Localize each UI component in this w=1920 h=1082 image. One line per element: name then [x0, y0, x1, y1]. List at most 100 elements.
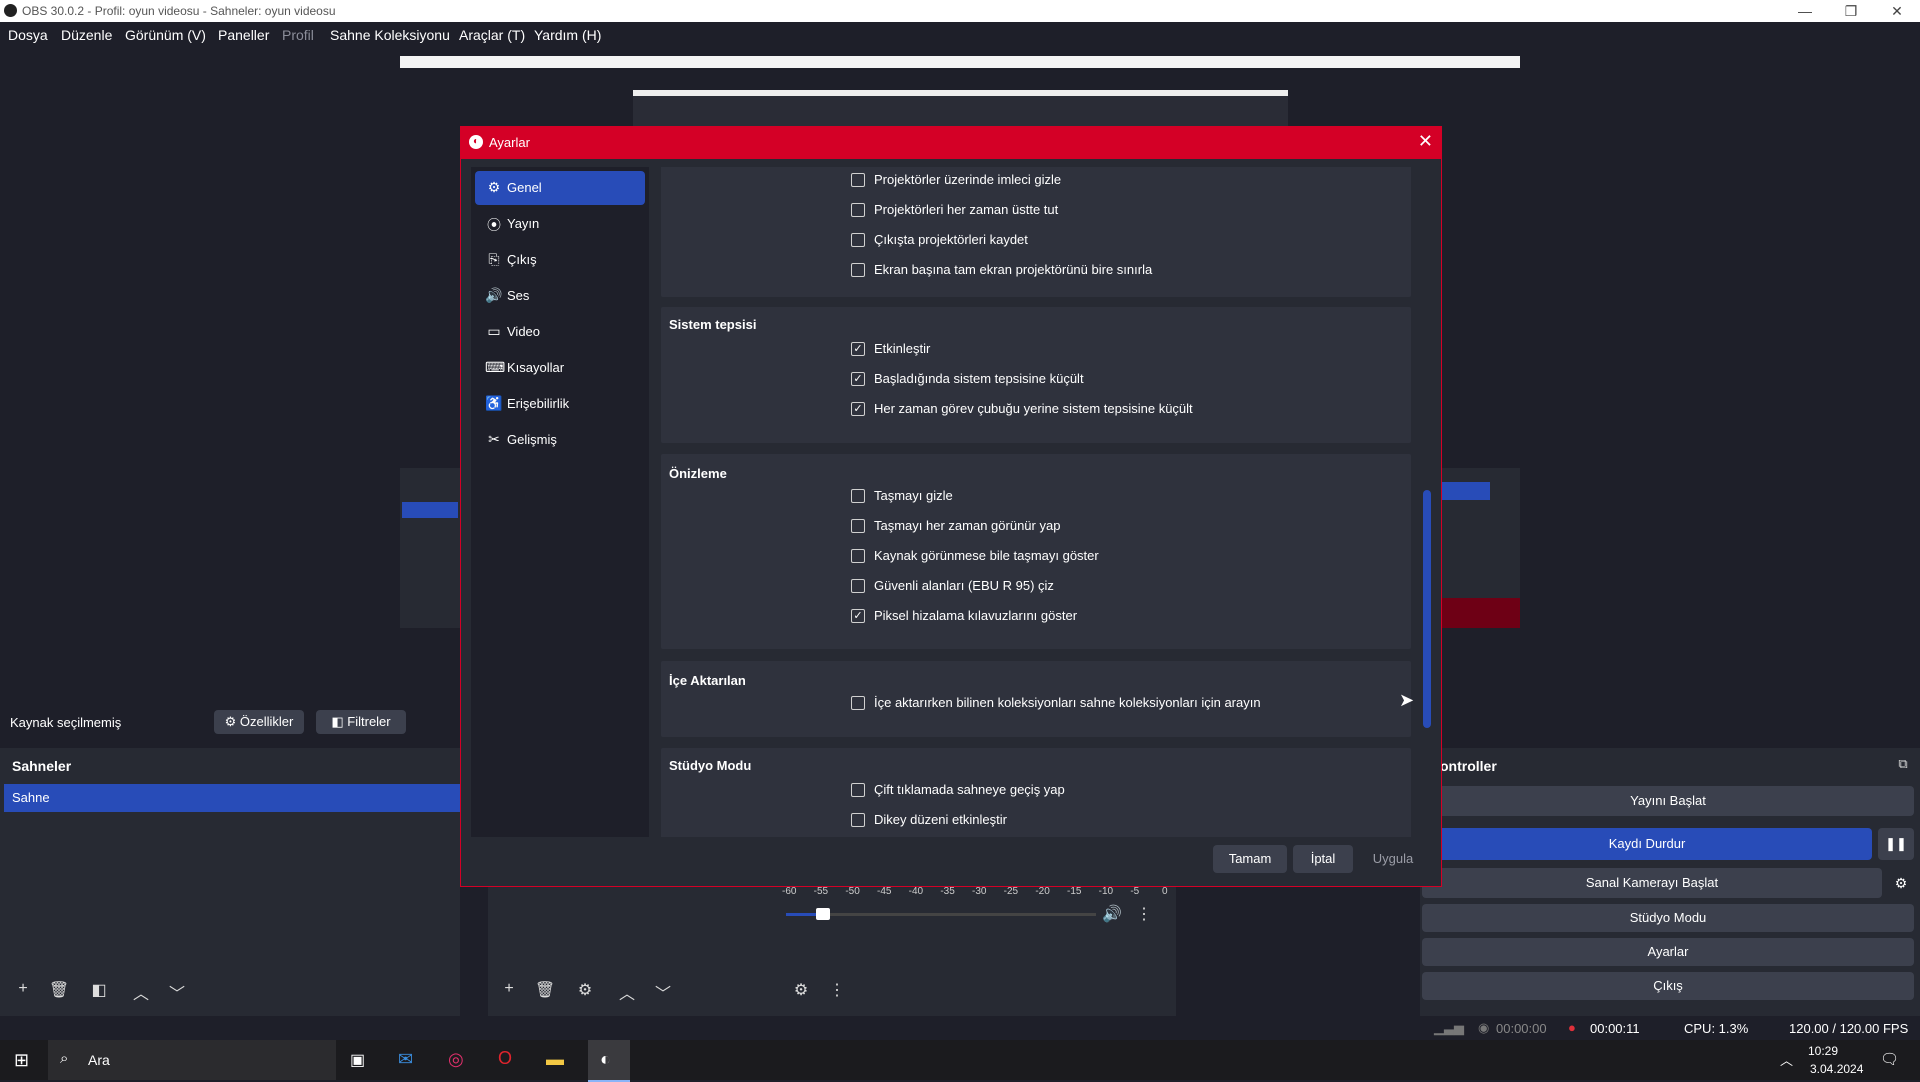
- checkbox-label[interactable]: Etkinleştir: [874, 341, 930, 356]
- more-icon[interactable]: ⋮: [826, 980, 848, 1000]
- mail-icon[interactable]: ✉: [398, 1049, 413, 1070]
- checkbox-label[interactable]: Projektörleri her zaman üstte tut: [874, 202, 1058, 217]
- sidebar-item-2[interactable]: ⎘ Çıkış: [475, 243, 645, 277]
- add-icon[interactable]: +: [12, 980, 34, 998]
- menu-view[interactable]: Görünüm (V): [125, 27, 206, 43]
- checkbox[interactable]: [851, 489, 865, 503]
- volume-slider[interactable]: [786, 908, 1096, 920]
- checkbox[interactable]: ✓: [851, 342, 865, 356]
- sidebar-item-7[interactable]: ✂ Gelişmiş: [475, 423, 645, 457]
- pause-icon[interactable]: ❚❚: [1878, 828, 1914, 860]
- checkbox-label[interactable]: Her zaman görev çubuğu yerine sistem tep…: [874, 401, 1193, 416]
- undock-icon[interactable]: ⧉: [1894, 756, 1912, 772]
- advanced-audio-icon[interactable]: ⚙: [790, 980, 812, 1000]
- menu-help[interactable]: Yardım (H): [534, 27, 601, 43]
- checkbox-label[interactable]: Projektörler üzerinde imleci gizle: [874, 172, 1061, 187]
- scene-item[interactable]: Sahne: [4, 784, 460, 812]
- sidebar-item-3[interactable]: 🔊 Ses: [475, 279, 645, 313]
- menu-profile[interactable]: Profil: [282, 27, 314, 43]
- chevron-down-icon[interactable]: ﹀: [652, 980, 674, 1004]
- cancel-button[interactable]: İptal: [1293, 845, 1353, 873]
- checkbox[interactable]: [851, 579, 865, 593]
- properties-button[interactable]: ⚙ Özellikler: [214, 710, 304, 734]
- menu-edit[interactable]: Düzenle: [61, 27, 112, 43]
- chevron-down-icon[interactable]: ﹀: [166, 980, 188, 1004]
- ok-button[interactable]: Tamam: [1213, 845, 1287, 873]
- instagram-icon[interactable]: ◎: [448, 1049, 464, 1070]
- sidebar-item-1[interactable]: ⦿ Yayın: [475, 207, 645, 241]
- exit-button[interactable]: Çıkış: [1422, 972, 1914, 1000]
- trash-icon[interactable]: 🗑: [534, 980, 556, 1000]
- taskbar-search[interactable]: ⌕ Ara: [48, 1040, 336, 1080]
- opera-icon[interactable]: O: [498, 1048, 512, 1069]
- gear-icon[interactable]: ⚙: [574, 980, 596, 1000]
- file-explorer-icon[interactable]: ▬: [546, 1049, 564, 1070]
- menu-docks[interactable]: Paneller: [218, 27, 269, 43]
- sidebar-item-6[interactable]: ♿ Erişebilirlik: [475, 387, 645, 421]
- checkbox[interactable]: [851, 696, 865, 710]
- checkbox-label[interactable]: Dikey düzeni etkinleştir: [874, 812, 1007, 827]
- windows-taskbar: ⊞ ⌕ Ara ▣ ✉ ◎ O ▬ ◐ ︿ 10:29 3.04.2024 🗨: [0, 1040, 1920, 1082]
- notification-icon[interactable]: 🗨: [1880, 1050, 1899, 1068]
- tray-chevron-up-icon[interactable]: ︿: [1780, 1050, 1793, 1069]
- checkbox[interactable]: ✓: [851, 372, 865, 386]
- menu-tools[interactable]: Araçlar (T): [459, 27, 525, 43]
- add-icon[interactable]: +: [498, 980, 520, 998]
- chevron-up-icon[interactable]: ︿: [130, 980, 152, 1004]
- meter-tick-label: -45: [877, 886, 892, 897]
- checkbox[interactable]: ✓: [851, 402, 865, 416]
- clock-date[interactable]: 3.04.2024: [1810, 1062, 1863, 1076]
- checkbox-label[interactable]: Güvenli alanları (EBU R 95) çiz: [874, 578, 1054, 593]
- sidebar-item-5[interactable]: ⌨ Kısayollar: [475, 351, 645, 385]
- sidebar-item-0[interactable]: ⚙ Genel: [475, 171, 645, 205]
- speaker-icon[interactable]: 🔊: [1102, 904, 1122, 924]
- obs-taskbar-button[interactable]: ◐: [588, 1040, 630, 1082]
- virtual-camera-button[interactable]: Sanal Kamerayı Başlat: [1422, 868, 1882, 898]
- gear-icon[interactable]: ⚙: [1888, 868, 1914, 898]
- filters-button[interactable]: ◧ Filtreler: [316, 710, 406, 734]
- sidebar-item-4[interactable]: ▭ Video: [475, 315, 645, 349]
- chevron-up-icon[interactable]: ︿: [616, 980, 638, 1004]
- checkbox[interactable]: [851, 203, 865, 217]
- checkbox[interactable]: ✓: [851, 609, 865, 623]
- checkbox-label[interactable]: Başladığında sistem tepsisine küçült: [874, 371, 1084, 386]
- stop-record-button[interactable]: Kaydı Durdur: [1422, 828, 1872, 860]
- filter-icon[interactable]: ◧: [88, 980, 110, 1000]
- apply-button[interactable]: Uygula: [1359, 845, 1427, 873]
- speaker-icon: 🔊: [485, 287, 503, 303]
- checkbox-label[interactable]: Piksel hizalama kılavuzlarını göster: [874, 608, 1077, 623]
- checkbox[interactable]: [851, 233, 865, 247]
- checkbox-label[interactable]: Kaynak görünmese bile taşmayı göster: [874, 548, 1099, 563]
- volume-handle[interactable]: [816, 908, 831, 920]
- checkbox[interactable]: [851, 783, 865, 797]
- checkbox[interactable]: [851, 263, 865, 277]
- windows-start-icon[interactable]: ⊞: [14, 1050, 29, 1071]
- checkbox-label[interactable]: Çift tıklamada sahneye geçiş yap: [874, 782, 1065, 797]
- checkbox[interactable]: [851, 519, 865, 533]
- minimize-button[interactable]: —: [1782, 0, 1828, 22]
- trash-icon[interactable]: 🗑: [48, 980, 70, 1000]
- menu-file[interactable]: Dosya: [8, 27, 48, 43]
- filters-label: Filtreler: [347, 714, 391, 729]
- settings-group-3: İçe Aktarılan İçe aktarırken bilinen kole…: [661, 661, 1411, 737]
- checkbox-label[interactable]: İçe aktarırken bilinen koleksiyonları sa…: [874, 695, 1261, 710]
- checkbox-label[interactable]: Taşmayı her zaman görünür yap: [874, 518, 1060, 533]
- close-icon[interactable]: ✕: [1418, 131, 1433, 152]
- task-view-icon[interactable]: ▣: [350, 1050, 365, 1070]
- more-icon[interactable]: ⋮: [1134, 904, 1154, 924]
- clock-time[interactable]: 10:29: [1808, 1044, 1838, 1058]
- checkbox-label[interactable]: Ekran başına tam ekran projektörünü bire…: [874, 262, 1152, 277]
- checkbox-label[interactable]: Taşmayı gizle: [874, 488, 953, 503]
- menu-scene-collection[interactable]: Sahne Koleksiyonu: [330, 27, 450, 43]
- start-stream-button[interactable]: Yayını Başlat: [1422, 786, 1914, 816]
- checkbox-label[interactable]: Çıkışta projektörleri kaydet: [874, 232, 1028, 247]
- checkbox[interactable]: [851, 549, 865, 563]
- checkbox[interactable]: [851, 813, 865, 827]
- scrollbar-thumb[interactable]: [1423, 490, 1431, 728]
- settings-button[interactable]: Ayarlar: [1422, 938, 1914, 966]
- studio-mode-button[interactable]: Stüdyo Modu: [1422, 904, 1914, 932]
- restore-button[interactable]: ❐: [1828, 0, 1874, 22]
- close-button[interactable]: ✕: [1874, 0, 1920, 22]
- checkbox[interactable]: [851, 173, 865, 187]
- meter-tick-label: 0: [1162, 886, 1168, 897]
